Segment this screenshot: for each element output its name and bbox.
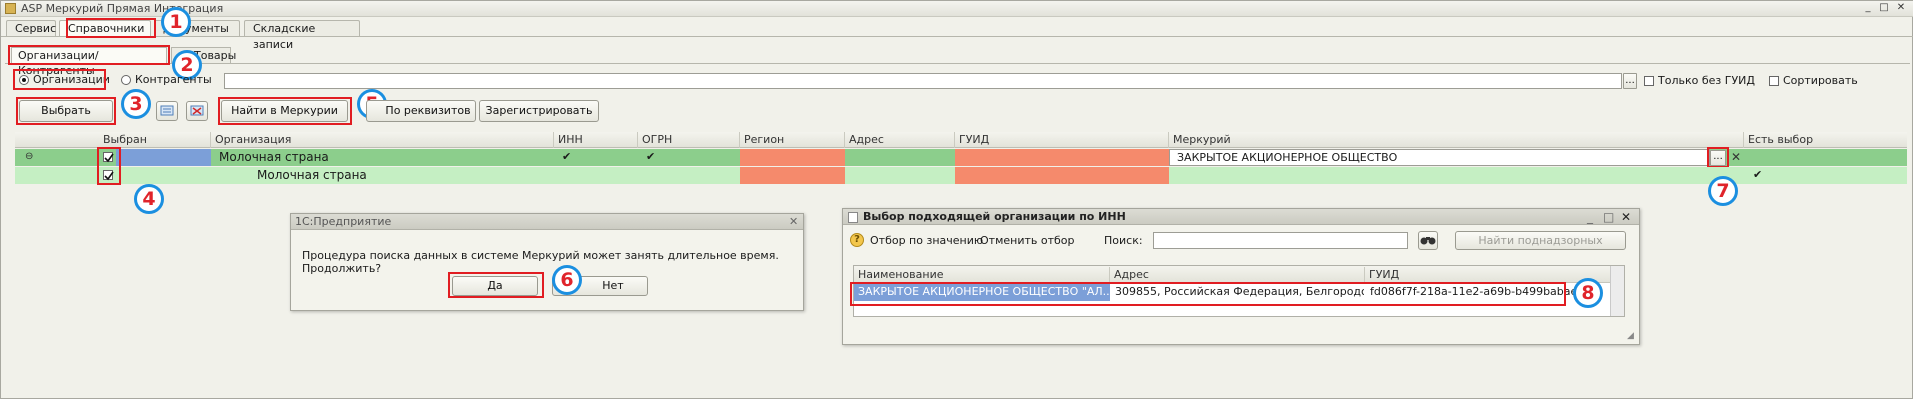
column-inn[interactable]: ИНН (554, 132, 638, 148)
clear-mercury-icon[interactable]: ✕ (1731, 150, 1741, 164)
highlight-box-dots (1707, 147, 1729, 168)
region-cell (740, 167, 845, 184)
sort-label: Сортировать (1783, 74, 1858, 87)
region-cell (740, 149, 845, 166)
radio-contractors[interactable] (121, 75, 131, 85)
selected-cell (116, 149, 211, 166)
maximize-icon[interactable]: □ (1877, 2, 1891, 15)
highlight-box-select (16, 97, 116, 125)
only-no-guid-label: Только без ГУИД (1658, 74, 1755, 87)
inn-search-input[interactable] (1153, 232, 1408, 249)
column-name[interactable]: Наименование (854, 267, 1110, 283)
confirm-dialog-message: Процедура поиска данных в системе Меркур… (302, 249, 779, 275)
confirm-dialog-title: 1С:Предприятие (291, 214, 803, 230)
confirm-dialog-close-icon[interactable]: ✕ (789, 215, 798, 228)
app-icon (5, 3, 16, 14)
subtab-divider (5, 63, 1910, 64)
inn-dialog: Выбор подходящей организации по ИНН _ □ … (842, 208, 1640, 345)
has-choice-check-icon: ✔ (1753, 168, 1763, 181)
ogrn-check-icon: ✔ (646, 150, 656, 163)
filter-by-value-button[interactable]: Отбор по значению (870, 234, 983, 247)
guid-cell (955, 167, 1169, 184)
marker-1: 1 (161, 7, 191, 37)
inn-check-icon: ✔ (562, 150, 572, 163)
organization-cell: Молочная страна (257, 168, 367, 182)
marker-3: 3 (121, 89, 151, 119)
inn-dialog-title: Выбор подходящей организации по ИНН (843, 209, 1639, 225)
marker-4: 4 (134, 184, 164, 214)
window-title: ASP Меркурий Прямая Интеграция (21, 2, 224, 15)
minimize-icon[interactable]: _ (1861, 2, 1875, 15)
radio-contractors-label: Контрагенты (135, 73, 212, 86)
highlight-box-checkboxes (97, 147, 121, 185)
refresh-list-icon[interactable] (156, 101, 178, 121)
inn-close-icon[interactable]: ✕ (1621, 210, 1631, 224)
highlight-box-radio (13, 69, 106, 90)
cancel-filter-button[interactable]: Отменить отбор (980, 234, 1075, 247)
highlight-box-organizations (8, 45, 170, 65)
by-requisites-button[interactable]: По реквизитов (366, 100, 476, 122)
column-ogrn[interactable]: ОГРН (638, 132, 740, 148)
binoculars-icon[interactable] (1418, 231, 1438, 250)
column-mercury[interactable]: Меркурий (1169, 132, 1744, 148)
search-label: Поиск: (1104, 234, 1143, 247)
marker-7: 7 (1708, 176, 1738, 206)
column-has-choice[interactable]: Есть выбор (1744, 132, 1907, 148)
confirm-dialog: 1С:Предприятие ✕ Процедура поиска данных… (290, 213, 804, 311)
clear-list-icon[interactable] (186, 101, 208, 121)
column-inn-address[interactable]: Адрес (1110, 267, 1365, 283)
column-organization[interactable]: Организация (211, 132, 554, 148)
organization-cell: Молочная страна (219, 150, 329, 164)
inn-minimize-icon[interactable]: _ (1587, 210, 1593, 224)
resize-grip-icon[interactable]: ◢ (1627, 331, 1637, 341)
inn-maximize-icon[interactable]: □ (1603, 210, 1614, 224)
sort-checkbox[interactable] (1769, 76, 1779, 86)
search-dots-button[interactable]: ... (1623, 73, 1637, 89)
find-subordinates-button[interactable]: Найти поднадзорных (1455, 231, 1626, 250)
collapse-icon[interactable]: ⊖ (21, 149, 33, 166)
tab-warehouse-records[interactable]: Складские записи (244, 20, 360, 51)
main-window: ASP Меркурий Прямая Интеграция _ □ ✕ Сер… (0, 0, 1913, 399)
help-icon[interactable]: ? (850, 233, 864, 247)
tab-service[interactable]: Сервис (6, 20, 56, 37)
highlight-box-inn-row (850, 282, 1566, 306)
only-no-guid-checkbox[interactable] (1644, 76, 1654, 86)
marker-6: 6 (552, 265, 582, 295)
highlight-box-references (66, 18, 156, 38)
tab-divider (1, 36, 1913, 37)
marker-8: 8 (1573, 278, 1603, 308)
guid-cell (955, 149, 1169, 166)
search-field[interactable] (224, 73, 1622, 89)
highlight-box-yes (448, 272, 544, 298)
column-selected[interactable]: Выбран (99, 132, 211, 148)
register-button[interactable]: Зарегистрировать (479, 100, 599, 122)
column-guid[interactable]: ГУИД (955, 132, 1169, 148)
inn-grid-scrollbar[interactable] (1610, 266, 1624, 316)
dialog-doc-icon (848, 212, 858, 223)
column-region[interactable]: Регион (740, 132, 845, 148)
highlight-box-find (218, 97, 352, 125)
title-bar: ASP Меркурий Прямая Интеграция _ □ ✕ (1, 1, 1913, 17)
mercury-cell: ЗАКРЫТОЕ АКЦИОНЕРНОЕ ОБЩЕСТВО (1177, 151, 1398, 164)
close-icon[interactable]: ✕ (1894, 2, 1908, 15)
column-address[interactable]: Адрес (845, 132, 955, 148)
column-inn-guid[interactable]: ГУИД (1365, 267, 1610, 283)
